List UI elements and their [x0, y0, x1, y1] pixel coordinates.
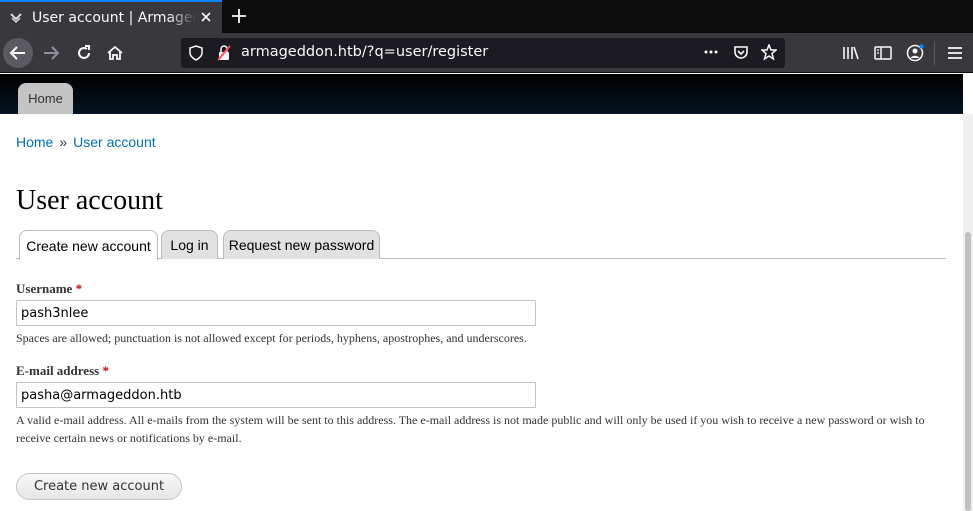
- tab-title: User account | Armageddon: [32, 9, 197, 26]
- scrollbar-thumb[interactable]: [965, 232, 971, 511]
- reload-icon[interactable]: [69, 38, 99, 68]
- breadcrumb-home-link[interactable]: Home: [16, 134, 53, 150]
- page-scrollbar[interactable]: [963, 114, 973, 511]
- url-text: armageddon.htb/?q=user/register: [241, 44, 489, 60]
- bookmark-star-icon[interactable]: [760, 42, 778, 64]
- required-marker: *: [75, 281, 83, 296]
- required-marker: *: [102, 363, 109, 378]
- url-bar[interactable]: armageddon.htb/?q=user/register: [181, 38, 785, 68]
- email-label-text: E-mail address: [16, 363, 100, 378]
- home-icon[interactable]: [100, 38, 130, 68]
- tab-create-new-account[interactable]: Create new account: [19, 230, 158, 260]
- page-title: User account: [16, 185, 163, 216]
- browser-tab-strip: User account | Armageddon: [0, 0, 973, 33]
- username-input[interactable]: [16, 300, 536, 326]
- tracking-shield-icon[interactable]: [189, 45, 203, 65]
- email-label: E-mail address *: [16, 363, 109, 379]
- forward-arrow-icon[interactable]: [36, 38, 66, 68]
- tab-log-in[interactable]: Log in: [161, 230, 218, 259]
- library-icon[interactable]: [842, 44, 860, 62]
- email-input[interactable]: [16, 382, 536, 408]
- back-arrow-icon[interactable]: [3, 38, 33, 68]
- tab-request-new-password[interactable]: Request new password: [223, 230, 380, 259]
- create-new-account-button[interactable]: Create new account: [16, 473, 182, 500]
- toolbar-separator: [934, 41, 935, 65]
- username-description: Spaces are allowed; punctuation is not a…: [16, 331, 527, 345]
- page-actions-more-icon[interactable]: [703, 44, 719, 64]
- browser-nav-bar: armageddon.htb/?q=user/register: [0, 33, 973, 73]
- hamburger-menu-icon[interactable]: [946, 44, 964, 62]
- new-tab-plus-icon[interactable]: [229, 6, 249, 26]
- username-label-text: Username: [16, 281, 73, 296]
- main-menu-home-link[interactable]: Home: [18, 83, 73, 114]
- pocket-icon[interactable]: [733, 44, 749, 64]
- breadcrumb: Home » User account: [16, 134, 156, 150]
- site-header: Home: [0, 74, 963, 114]
- email-description: A valid e-mail address. All e-mails from…: [16, 413, 925, 445]
- breadcrumb-user-account-link[interactable]: User account: [73, 134, 155, 150]
- account-avatar-icon[interactable]: [906, 44, 924, 62]
- breadcrumb-separator: »: [59, 134, 68, 150]
- username-label: Username *: [16, 281, 82, 297]
- sidebar-toggle-icon[interactable]: [874, 44, 892, 62]
- browser-tab[interactable]: User account | Armageddon: [0, 0, 222, 33]
- primary-tabs: Create new account Log in Request new pa…: [16, 229, 946, 260]
- close-tab-icon[interactable]: [198, 9, 214, 25]
- drupal-favicon-icon: [9, 11, 23, 25]
- insecure-lock-icon[interactable]: [217, 45, 231, 65]
